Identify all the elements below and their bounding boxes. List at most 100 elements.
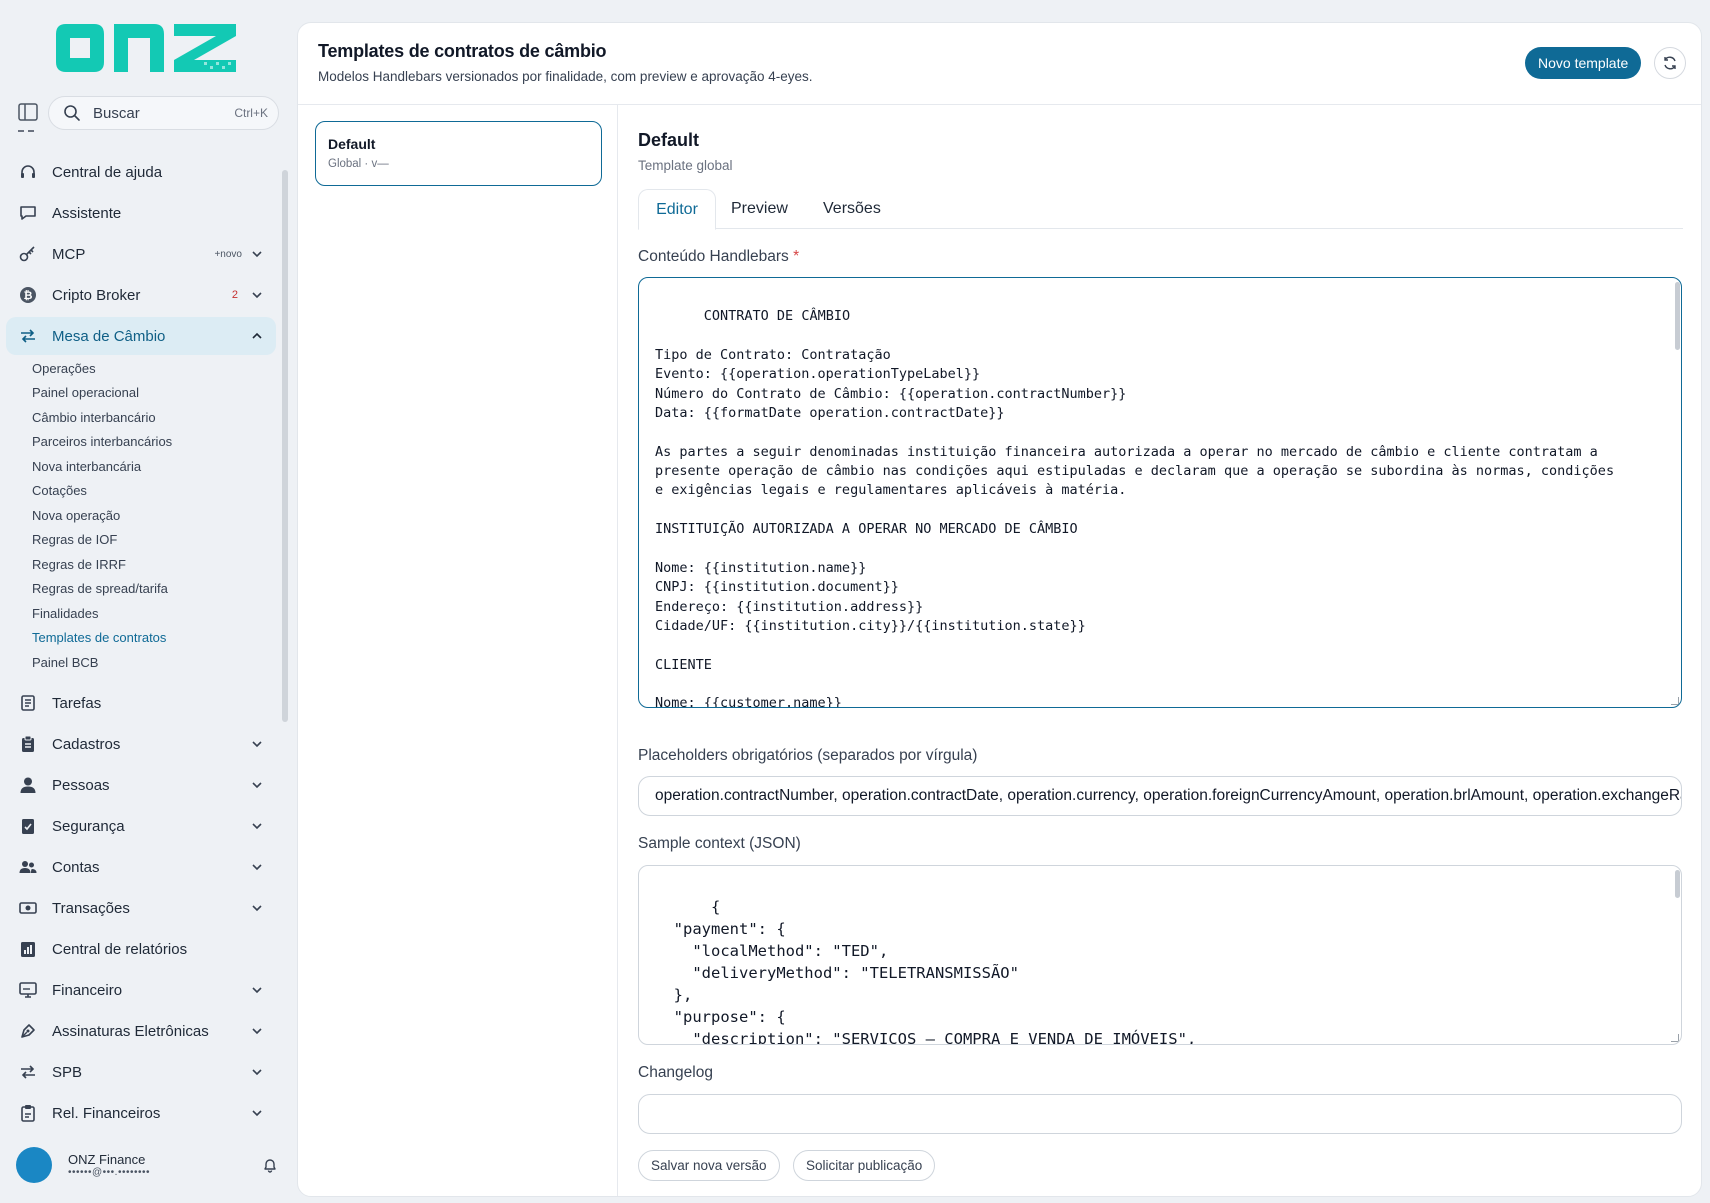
chevron-down-icon	[252, 823, 262, 830]
sidebar-item-crypto-broker[interactable]: ₿ Cripto Broker 2	[6, 276, 276, 314]
sidebar-subitem-operations[interactable]: Operações	[32, 361, 96, 376]
page-title: Templates de contratos de câmbio	[318, 41, 607, 61]
sidebar: Buscar Ctrl+K Central de ajuda Assistent…	[0, 0, 290, 1203]
sample-context-editor[interactable]: { "payment": { "localMethod": "TED", "de…	[638, 865, 1682, 1045]
clipboard-check-icon	[18, 816, 38, 836]
sidebar-item-label: Cadastros	[52, 735, 121, 753]
sidebar-subitem-spread-rules[interactable]: Regras de spread/tarifa	[32, 581, 168, 596]
sidebar-item-accounts[interactable]: Contas	[6, 848, 276, 886]
sidebar-subitem-interbank-partners[interactable]: Parceiros interbancários	[32, 434, 172, 449]
sidebar-item-transactions[interactable]: Transações	[6, 889, 276, 927]
exchange-arrows-icon	[18, 326, 38, 346]
search-icon	[64, 105, 80, 121]
sidebar-toggle-icon[interactable]	[18, 103, 38, 121]
headset-icon	[18, 162, 38, 182]
clipboard-doc-icon	[18, 1103, 38, 1123]
sidebar-item-label: Contas	[52, 858, 100, 876]
sidebar-item-label: Mesa de Câmbio	[52, 327, 166, 345]
user-profile[interactable]: ONZ Finance ••••••@•••.••••••••	[16, 1147, 278, 1183]
sidebar-item-registrations[interactable]: Cadastros	[6, 725, 276, 763]
sidebar-subitem-ops-panel[interactable]: Painel operacional	[32, 385, 139, 400]
user-info: ONZ Finance ••••••@•••.••••••••	[68, 1152, 262, 1178]
svg-text:₿: ₿	[24, 289, 33, 302]
sidebar-item-financial[interactable]: Financeiro	[6, 971, 276, 1009]
placeholders-label: Placeholders obrigatórios (separados por…	[638, 747, 978, 764]
template-card-default[interactable]: Default Global · v—	[315, 121, 602, 186]
resize-handle-icon[interactable]	[1671, 697, 1679, 705]
page-header: Templates de contratos de câmbio Modelos…	[298, 23, 1701, 105]
tab-preview[interactable]: Preview	[731, 189, 788, 229]
sidebar-item-label: Central de ajuda	[52, 163, 163, 181]
handlebars-editor[interactable]: CONTRATO DE CÂMBIO Tipo de Contrato: Con…	[638, 277, 1682, 708]
tab-editor[interactable]: Editor	[638, 189, 716, 230]
page-subtitle: Modelos Handlebars versionados por final…	[318, 69, 813, 84]
search-placeholder: Buscar	[93, 104, 140, 122]
sidebar-item-reports-center[interactable]: Central de relatórios	[6, 930, 276, 968]
template-list: Default Global · v—	[298, 105, 618, 1196]
sidebar-item-spb[interactable]: SPB	[6, 1053, 276, 1091]
sidebar-item-help[interactable]: Central de ajuda	[6, 153, 276, 191]
main-panel: Templates de contratos de câmbio Modelos…	[297, 22, 1702, 1197]
sidebar-item-label: SPB	[52, 1063, 83, 1081]
tab-bar: Editor Preview Versões	[638, 189, 1683, 230]
chevron-down-icon	[252, 1028, 262, 1035]
chevron-down-icon	[252, 864, 262, 871]
content-label: Conteúdo Handlebars *	[638, 248, 799, 266]
resize-handle-icon[interactable]	[1671, 1034, 1679, 1042]
search-shortcut: Ctrl+K	[234, 106, 268, 120]
sidebar-item-label: Segurança	[52, 817, 125, 835]
sample-scrollbar[interactable]	[1675, 870, 1680, 898]
clipboard-icon	[18, 734, 38, 754]
sidebar-item-tasks[interactable]: Tarefas	[6, 684, 276, 722]
sidebar-subitem-interbank-fx[interactable]: Câmbio interbancário	[32, 410, 156, 425]
sidebar-subitem-new-operation[interactable]: Nova operação	[32, 508, 120, 523]
tab-versions[interactable]: Versões	[823, 189, 881, 229]
sidebar-item-fx-desk[interactable]: Mesa de Câmbio	[6, 317, 276, 355]
sidebar-item-people[interactable]: Pessoas	[6, 766, 276, 804]
handlebars-content: CONTRATO DE CÂMBIO Tipo de Contrato: Con…	[655, 308, 1615, 708]
sidebar-subitem-purposes[interactable]: Finalidades	[32, 606, 99, 621]
sidebar-subitem-iof-rules[interactable]: Regras de IOF	[32, 532, 117, 547]
sidebar-item-label: Rel. Financeiros	[52, 1104, 161, 1122]
clipboard-list-icon	[18, 693, 38, 713]
sidebar-item-label: Tarefas	[52, 694, 102, 712]
refresh-icon	[1664, 56, 1676, 70]
required-mark: *	[793, 248, 800, 265]
changelog-input[interactable]	[638, 1094, 1682, 1134]
sidebar-item-label: Pessoas	[52, 776, 110, 794]
save-version-button[interactable]: Salvar nova versão	[638, 1150, 780, 1181]
refresh-button[interactable]	[1654, 47, 1686, 79]
chat-icon	[18, 203, 38, 223]
bell-icon[interactable]	[262, 1157, 278, 1173]
search-input[interactable]: Buscar Ctrl+K	[48, 96, 279, 130]
sidebar-subitem-quotes[interactable]: Cotações	[32, 483, 87, 498]
sidebar-item-assistant[interactable]: Assistente	[6, 194, 276, 232]
new-template-button[interactable]: Novo template	[1525, 47, 1642, 79]
sidebar-item-financial-reports[interactable]: Rel. Financeiros	[6, 1094, 276, 1132]
sidebar-item-security[interactable]: Segurança	[6, 807, 276, 845]
sidebar-item-mcp[interactable]: MCP +novo	[6, 235, 276, 273]
placeholders-input[interactable]: operation.contractNumber, operation.cont…	[638, 776, 1682, 816]
sidebar-subitem-new-interbank[interactable]: Nova interbancária	[32, 459, 141, 474]
chevron-down-icon	[252, 1110, 262, 1117]
sidebar-item-label: Assistente	[52, 204, 122, 222]
editor-scrollbar[interactable]	[1675, 282, 1680, 350]
onz-logo[interactable]	[54, 20, 238, 76]
sidebar-subitem-contract-templates[interactable]: Templates de contratos	[32, 630, 166, 645]
sidebar-scrollbar[interactable]	[282, 170, 288, 722]
sidebar-subitem-bcb-panel[interactable]: Painel BCB	[32, 655, 98, 670]
sidebar-item-label: MCP	[52, 245, 86, 263]
chevron-down-icon	[252, 292, 262, 299]
content-label-text: Conteúdo Handlebars	[638, 248, 789, 265]
sidebar-item-label: Financeiro	[52, 981, 123, 999]
avatar[interactable]	[16, 1147, 52, 1183]
user-name: ONZ Finance	[68, 1152, 146, 1167]
sidebar-subitem-irrf-rules[interactable]: Regras de IRRF	[32, 557, 126, 572]
key-icon	[18, 244, 38, 264]
sidebar-item-e-signatures[interactable]: Assinaturas Eletrônicas	[6, 1012, 276, 1050]
transfer-arrows-icon	[18, 1062, 38, 1082]
request-publish-button[interactable]: Solicitar publicação	[793, 1150, 936, 1181]
sidebar-item-label: Assinaturas Eletrônicas	[52, 1022, 209, 1040]
template-subtitle: Template global	[638, 158, 733, 173]
chevron-up-icon	[252, 332, 262, 339]
